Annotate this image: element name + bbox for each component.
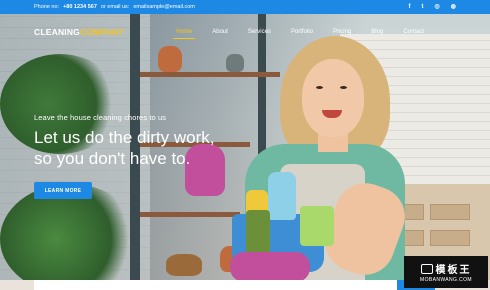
logo-part-cleaning: CLEANING [34,27,80,37]
email-label: or email us: [100,4,130,10]
spray-bottle [268,172,296,220]
dribbble-icon[interactable]: ◍ [451,4,456,10]
nav-item-home[interactable]: Home [166,29,202,39]
learn-more-button[interactable]: LEARN MORE [34,182,92,199]
hero-headline-line1: Let us do the dirty work, [34,128,215,147]
hero-headline-line2: so you don't have to. [34,149,191,168]
site-watermark: 模板王 MOBANWANG.COM [404,256,488,288]
woman-face [302,59,364,137]
jar [226,54,244,72]
woman-eye [340,86,347,89]
basket [166,254,202,276]
wooden-shelf [140,72,280,77]
facebook-icon[interactable]: f [409,4,411,10]
hero-headline: Let us do the dirty work, so you don't h… [34,127,214,169]
phone-label: Phone no: [34,4,60,10]
instagram-icon[interactable]: ◎ [435,4,440,10]
woman-eye [316,86,323,89]
phone-number[interactable]: +80 1234 567 [63,4,97,10]
nav-item-pricing[interactable]: Pricing [323,29,361,35]
hero-eyebrow: Leave the house cleaning chores to us [34,113,167,122]
top-info-bar: Phone no: +80 1234 567 or email us: emai… [0,0,490,14]
nav-item-about[interactable]: About [202,29,238,35]
content-card [34,280,397,290]
twitter-icon[interactable]: t [422,4,424,10]
contact-info: Phone no: +80 1234 567 or email us: emai… [34,4,195,10]
watermark-url: MOBANWANG.COM [420,277,472,283]
watermark-text: 模板王 [435,265,472,276]
main-navbar: CLEANING COMPANY Home About Services Por… [0,14,490,50]
logo-part-company: COMPANY [80,27,125,37]
social-links: f t ◎ ◍ [409,4,457,10]
nav-menu: Home About Services Portfolio Pricing Bl… [166,29,434,39]
nav-item-portfolio[interactable]: Portfolio [281,29,323,35]
pink-glove [230,252,310,280]
drawer [430,204,470,220]
sponge-cloth [300,206,334,246]
site-logo[interactable]: CLEANING COMPANY [34,27,124,37]
watermark-logo: 模板王 [420,261,472,276]
scrub-brush [246,210,270,254]
email-address[interactable]: emailsample@email.com [133,4,195,10]
drawer [430,230,470,246]
nav-item-blog[interactable]: Blog [361,29,393,35]
nav-item-services[interactable]: Services [238,29,281,35]
watermark-icon [420,263,433,274]
nav-item-contact[interactable]: Contact [393,29,434,35]
wooden-shelf [140,212,240,217]
